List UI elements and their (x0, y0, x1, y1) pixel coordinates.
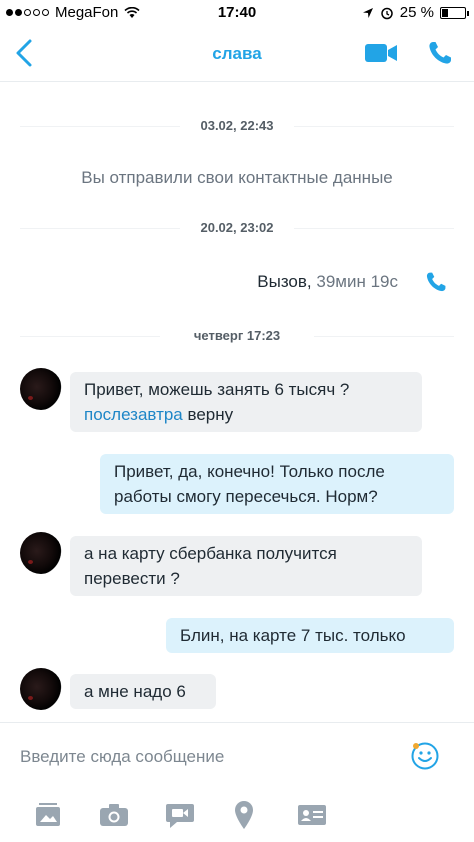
call-record-text: Вызов, 39мин 19с (257, 272, 398, 292)
date-separator: четверг 17:23 (0, 328, 474, 343)
message-text-line: послезавтра верну (84, 402, 408, 427)
date-label: 20.02, 23:02 (200, 220, 274, 235)
message-text-line: а на карту сбербанка получится (84, 544, 337, 563)
scrolled-message-remnant: — — — ——— — ——— — (70, 82, 410, 90)
contact-card-icon[interactable] (296, 799, 328, 831)
date-separator: 20.02, 23:02 (0, 220, 474, 235)
navigation-bar: слава (0, 26, 474, 82)
contact-avatar[interactable] (20, 368, 62, 410)
alarm-clock-icon (381, 7, 393, 19)
message-text-line: работы смогу пересечься. Норм? (114, 487, 378, 506)
message-text-fragment: верну (182, 405, 234, 424)
status-right: 25 % (362, 4, 469, 21)
message-text: а мне надо 6 (84, 682, 186, 701)
phone-call-icon[interactable] (426, 39, 454, 67)
message-text-line: Привет, да, конечно! Только после (114, 462, 385, 481)
incoming-message-bubble[interactable]: а на карту сбербанка получится перевести… (70, 536, 422, 596)
message-composer: Введите сюда сообщение (0, 722, 474, 842)
date-separator: 03.02, 22:43 (0, 118, 474, 133)
attachment-toolbar (0, 799, 474, 833)
video-call-icon[interactable] (364, 42, 398, 64)
message-text-line: перевести ? (84, 569, 180, 588)
outgoing-message-bubble[interactable]: Блин, на карте 7 тыс. только (166, 618, 454, 653)
camera-icon[interactable] (98, 799, 130, 831)
phone-icon (426, 272, 446, 292)
outgoing-message-bubble[interactable]: Привет, да, конечно! Только после работы… (100, 454, 454, 514)
photo-gallery-icon[interactable] (32, 799, 64, 831)
status-bar: MegaFon 17:40 25 % (0, 0, 474, 26)
date-label: 03.02, 22:43 (200, 118, 274, 133)
incoming-message-bubble[interactable]: Привет, можешь занять 6 тысяч ? послезав… (70, 372, 422, 432)
contact-avatar[interactable] (20, 668, 62, 710)
location-arrow-icon (362, 7, 373, 18)
system-message: Вы отправили свои контактные данные (81, 168, 393, 187)
battery-percent: 25 % (399, 4, 434, 21)
chat-history[interactable]: — — — ——— — ——— — 03.02, 22:43 Вы отправ… (0, 82, 474, 722)
call-record[interactable]: Вызов, 39мин 19с (257, 270, 448, 294)
smiley-icon[interactable] (410, 741, 440, 771)
contact-name-title[interactable]: слава (0, 44, 474, 64)
battery-icon (440, 6, 469, 19)
message-text: Блин, на карте 7 тыс. только (180, 626, 406, 645)
video-message-icon[interactable] (164, 799, 196, 831)
message-link[interactable]: послезавтра (84, 405, 183, 424)
incoming-message-bubble[interactable]: а мне надо 6 (70, 674, 216, 709)
date-label: четверг 17:23 (193, 328, 281, 343)
call-duration: 39мин 19с (316, 272, 398, 291)
message-input[interactable]: Введите сюда сообщение (20, 747, 224, 767)
location-icon[interactable] (228, 799, 260, 831)
contact-avatar[interactable] (20, 532, 62, 574)
message-text-line: Привет, можешь занять 6 тысяч ? (84, 380, 350, 399)
call-label: Вызов, (257, 272, 312, 291)
